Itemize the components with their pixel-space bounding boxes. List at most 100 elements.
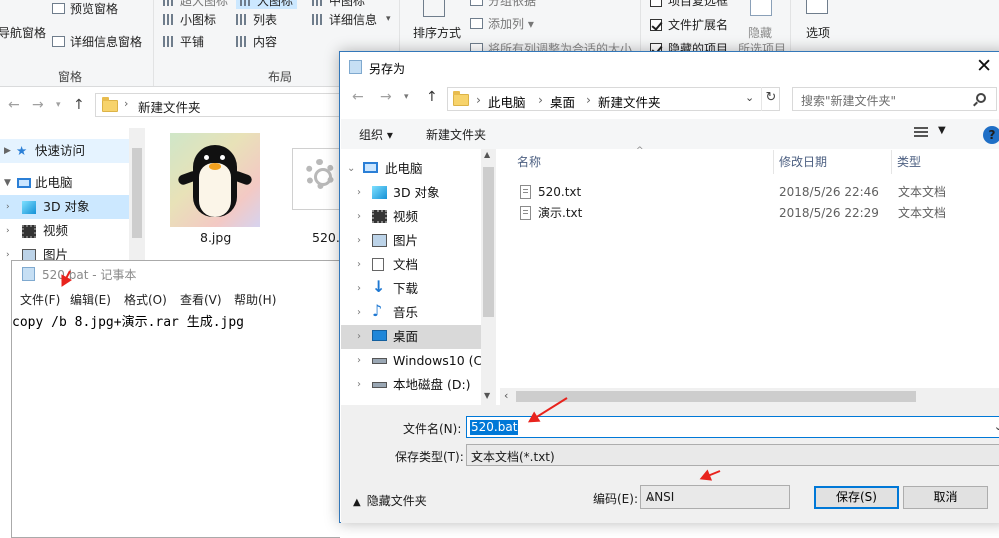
dialog-title-bar[interactable]: 另存为 ✕ [340, 52, 999, 82]
dialog-tree-music[interactable]: › ♪ 音乐 [341, 301, 481, 325]
tree-item-quick-access[interactable]: ▶ ★ 快速访问 [0, 139, 145, 163]
big-icons-option[interactable]: 大图标 [236, 0, 298, 9]
dialog-tree-pictures[interactable]: › 图片 [341, 229, 481, 253]
explorer-address-bar[interactable]: › 新建文件夹 [95, 93, 345, 117]
recent-chevron-down-icon[interactable]: ▾ [56, 100, 61, 110]
dialog-tree-drive-d[interactable]: › 本地磁盘 (D:) [341, 373, 481, 397]
chevron-right-icon[interactable]: › [357, 277, 361, 301]
chevron-right-icon[interactable]: › [357, 205, 361, 229]
small-icons-option[interactable]: 小图标 [163, 11, 216, 28]
forward-arrow-icon[interactable]: → [380, 89, 392, 105]
chevron-right-icon[interactable]: › [357, 253, 361, 277]
preview-pane-button[interactable]: 预览窗格 [52, 0, 118, 17]
explorer-tree-scrollbar[interactable] [129, 128, 145, 268]
group-by-button[interactable]: 分组依据 [470, 0, 536, 9]
menu-view[interactable]: 查看(V) [180, 291, 222, 308]
explorer-breadcrumb[interactable]: 新建文件夹 [138, 97, 201, 116]
dialog-tree-this-pc[interactable]: ⌄ 此电脑 [341, 157, 481, 181]
item-checkboxes-checkbox[interactable] [650, 0, 662, 7]
breadcrumb-desktop[interactable]: 桌面 [550, 92, 575, 111]
add-column-button[interactable]: 添加列 ▾ [470, 15, 534, 32]
tiles-option[interactable]: 平铺 [163, 33, 204, 50]
dialog-tree-downloads[interactable]: › ↓ 下载 [341, 277, 481, 301]
expand-arrow-icon[interactable]: ▶ [4, 139, 11, 163]
dialog-tree-drive-c[interactable]: › Windows10 (C: [341, 349, 487, 373]
content-option[interactable]: 内容 [236, 33, 277, 50]
encoding-select[interactable]: ANSI ⌄ [640, 485, 790, 509]
new-folder-button[interactable]: 新建文件夹 [426, 126, 486, 143]
chevron-down-icon[interactable]: ⌄ [347, 157, 355, 181]
cancel-button[interactable]: 取消 [903, 486, 988, 509]
dialog-tree-videos[interactable]: › 视频 [341, 205, 481, 229]
file-row[interactable]: 520.txt 2018/5/26 22:46 文本文档 [512, 182, 992, 203]
dialog-address-bar[interactable]: › 此电脑 › 桌面 › 新建文件夹 ⌄ [447, 87, 780, 111]
hide-selected-button[interactable]: 隐藏 [748, 24, 772, 41]
large-icons-option[interactable]: 超大图标 [163, 0, 228, 9]
address-dropdown-icon[interactable]: ⌄ [745, 91, 754, 104]
options-button[interactable]: 选项 [806, 24, 830, 41]
dialog-tree-scrollbar[interactable]: ▲ ▼ [481, 149, 496, 405]
menu-help[interactable]: 帮助(H) [234, 291, 276, 308]
scroll-down-icon[interactable]: ▼ [484, 391, 490, 400]
layout-scroll-down-icon[interactable]: ▾ [386, 14, 391, 24]
chevron-down-icon[interactable]: ⌄ [471, 448, 999, 462]
chevron-right-icon[interactable]: › [357, 325, 361, 349]
search-icon[interactable] [976, 93, 986, 103]
column-header-modified[interactable]: 修改日期 [774, 150, 892, 174]
tree-item-3d-objects[interactable]: › 3D 对象 [0, 195, 145, 219]
chevron-right-icon[interactable]: › [357, 229, 361, 253]
scroll-left-icon[interactable]: ‹ [504, 389, 508, 402]
scrollbar-thumb[interactable] [483, 167, 494, 317]
file-extensions-checkbox[interactable] [650, 19, 662, 31]
menu-format[interactable]: 格式(O) [124, 291, 167, 308]
chevron-right-icon[interactable]: › [357, 301, 361, 325]
breadcrumb-new-folder[interactable]: 新建文件夹 [598, 92, 661, 111]
menu-edit[interactable]: 编辑(E) [70, 291, 111, 308]
recent-chevron-down-icon[interactable]: ▾ [404, 92, 409, 102]
chevron-down-icon[interactable]: ⌄ [646, 490, 783, 504]
expand-arrow-icon[interactable]: › [6, 195, 10, 219]
sort-by-button[interactable]: 排序方式 [413, 24, 461, 41]
dialog-tree-desktop[interactable]: › 桌面 [341, 325, 481, 349]
nav-pane-button[interactable]: 导航窗格 [0, 24, 46, 41]
chevron-right-icon[interactable]: › [357, 349, 361, 373]
search-input[interactable]: 搜索"新建文件夹" [792, 87, 997, 111]
tree-item-videos[interactable]: › 视频 [0, 219, 145, 243]
filename-input[interactable]: 520.bat ⌄ [466, 416, 999, 438]
close-icon[interactable]: ✕ [976, 55, 992, 77]
notepad-text-area[interactable]: copy /b 8.jpg+演示.rar 生成.jpg [12, 311, 244, 330]
refresh-icon[interactable]: ↻ [761, 87, 780, 111]
filename-selected-text[interactable]: 520.bat [470, 420, 519, 435]
help-icon[interactable]: ? [983, 126, 999, 144]
list-option[interactable]: 列表 [236, 11, 277, 28]
details-option[interactable]: 详细信息 [312, 11, 377, 28]
save-button[interactable]: 保存(S) [814, 486, 899, 509]
dialog-tree-documents[interactable]: › 文档 [341, 253, 481, 277]
dialog-tree-3d-objects[interactable]: › 3D 对象 [341, 181, 481, 205]
thumbnail-8-jpg[interactable] [170, 133, 260, 227]
medium-icons-option[interactable]: 中图标 [312, 0, 365, 9]
scrollbar-thumb[interactable] [516, 391, 916, 402]
view-options-icon[interactable] [914, 127, 928, 139]
scrollbar-thumb[interactable] [132, 148, 142, 238]
back-arrow-icon[interactable]: ← [8, 97, 20, 113]
forward-arrow-icon[interactable]: → [32, 97, 44, 113]
tree-item-this-pc[interactable]: ▼ 此电脑 [0, 171, 145, 195]
up-arrow-icon[interactable]: ↑ [426, 89, 438, 105]
back-arrow-icon[interactable]: ← [352, 89, 364, 105]
organize-button[interactable]: 组织 ▾ [359, 126, 393, 143]
chevron-down-icon[interactable]: ⌄ [994, 420, 999, 433]
file-list-horizontal-scrollbar[interactable]: ‹ [500, 388, 999, 405]
item-checkboxes-toggle[interactable]: 项目复选框 [650, 0, 728, 9]
filetype-select[interactable]: 文本文档(*.txt) ⌄ [466, 444, 999, 466]
up-arrow-icon[interactable]: ↑ [73, 97, 85, 113]
breadcrumb-this-pc[interactable]: 此电脑 [488, 92, 526, 111]
hide-folders-toggle[interactable]: ▲ 隐藏文件夹 [353, 492, 427, 509]
column-header-name[interactable]: 名称 [512, 150, 774, 174]
view-dropdown-icon[interactable]: ▼ [938, 125, 946, 136]
expand-arrow-icon[interactable]: › [6, 219, 10, 243]
thumbnail-520-bat[interactable] [292, 148, 340, 210]
scroll-up-icon[interactable]: ▲ [484, 150, 490, 159]
chevron-right-icon[interactable]: › [357, 181, 361, 205]
details-pane-button[interactable]: 详细信息窗格 [52, 33, 142, 50]
